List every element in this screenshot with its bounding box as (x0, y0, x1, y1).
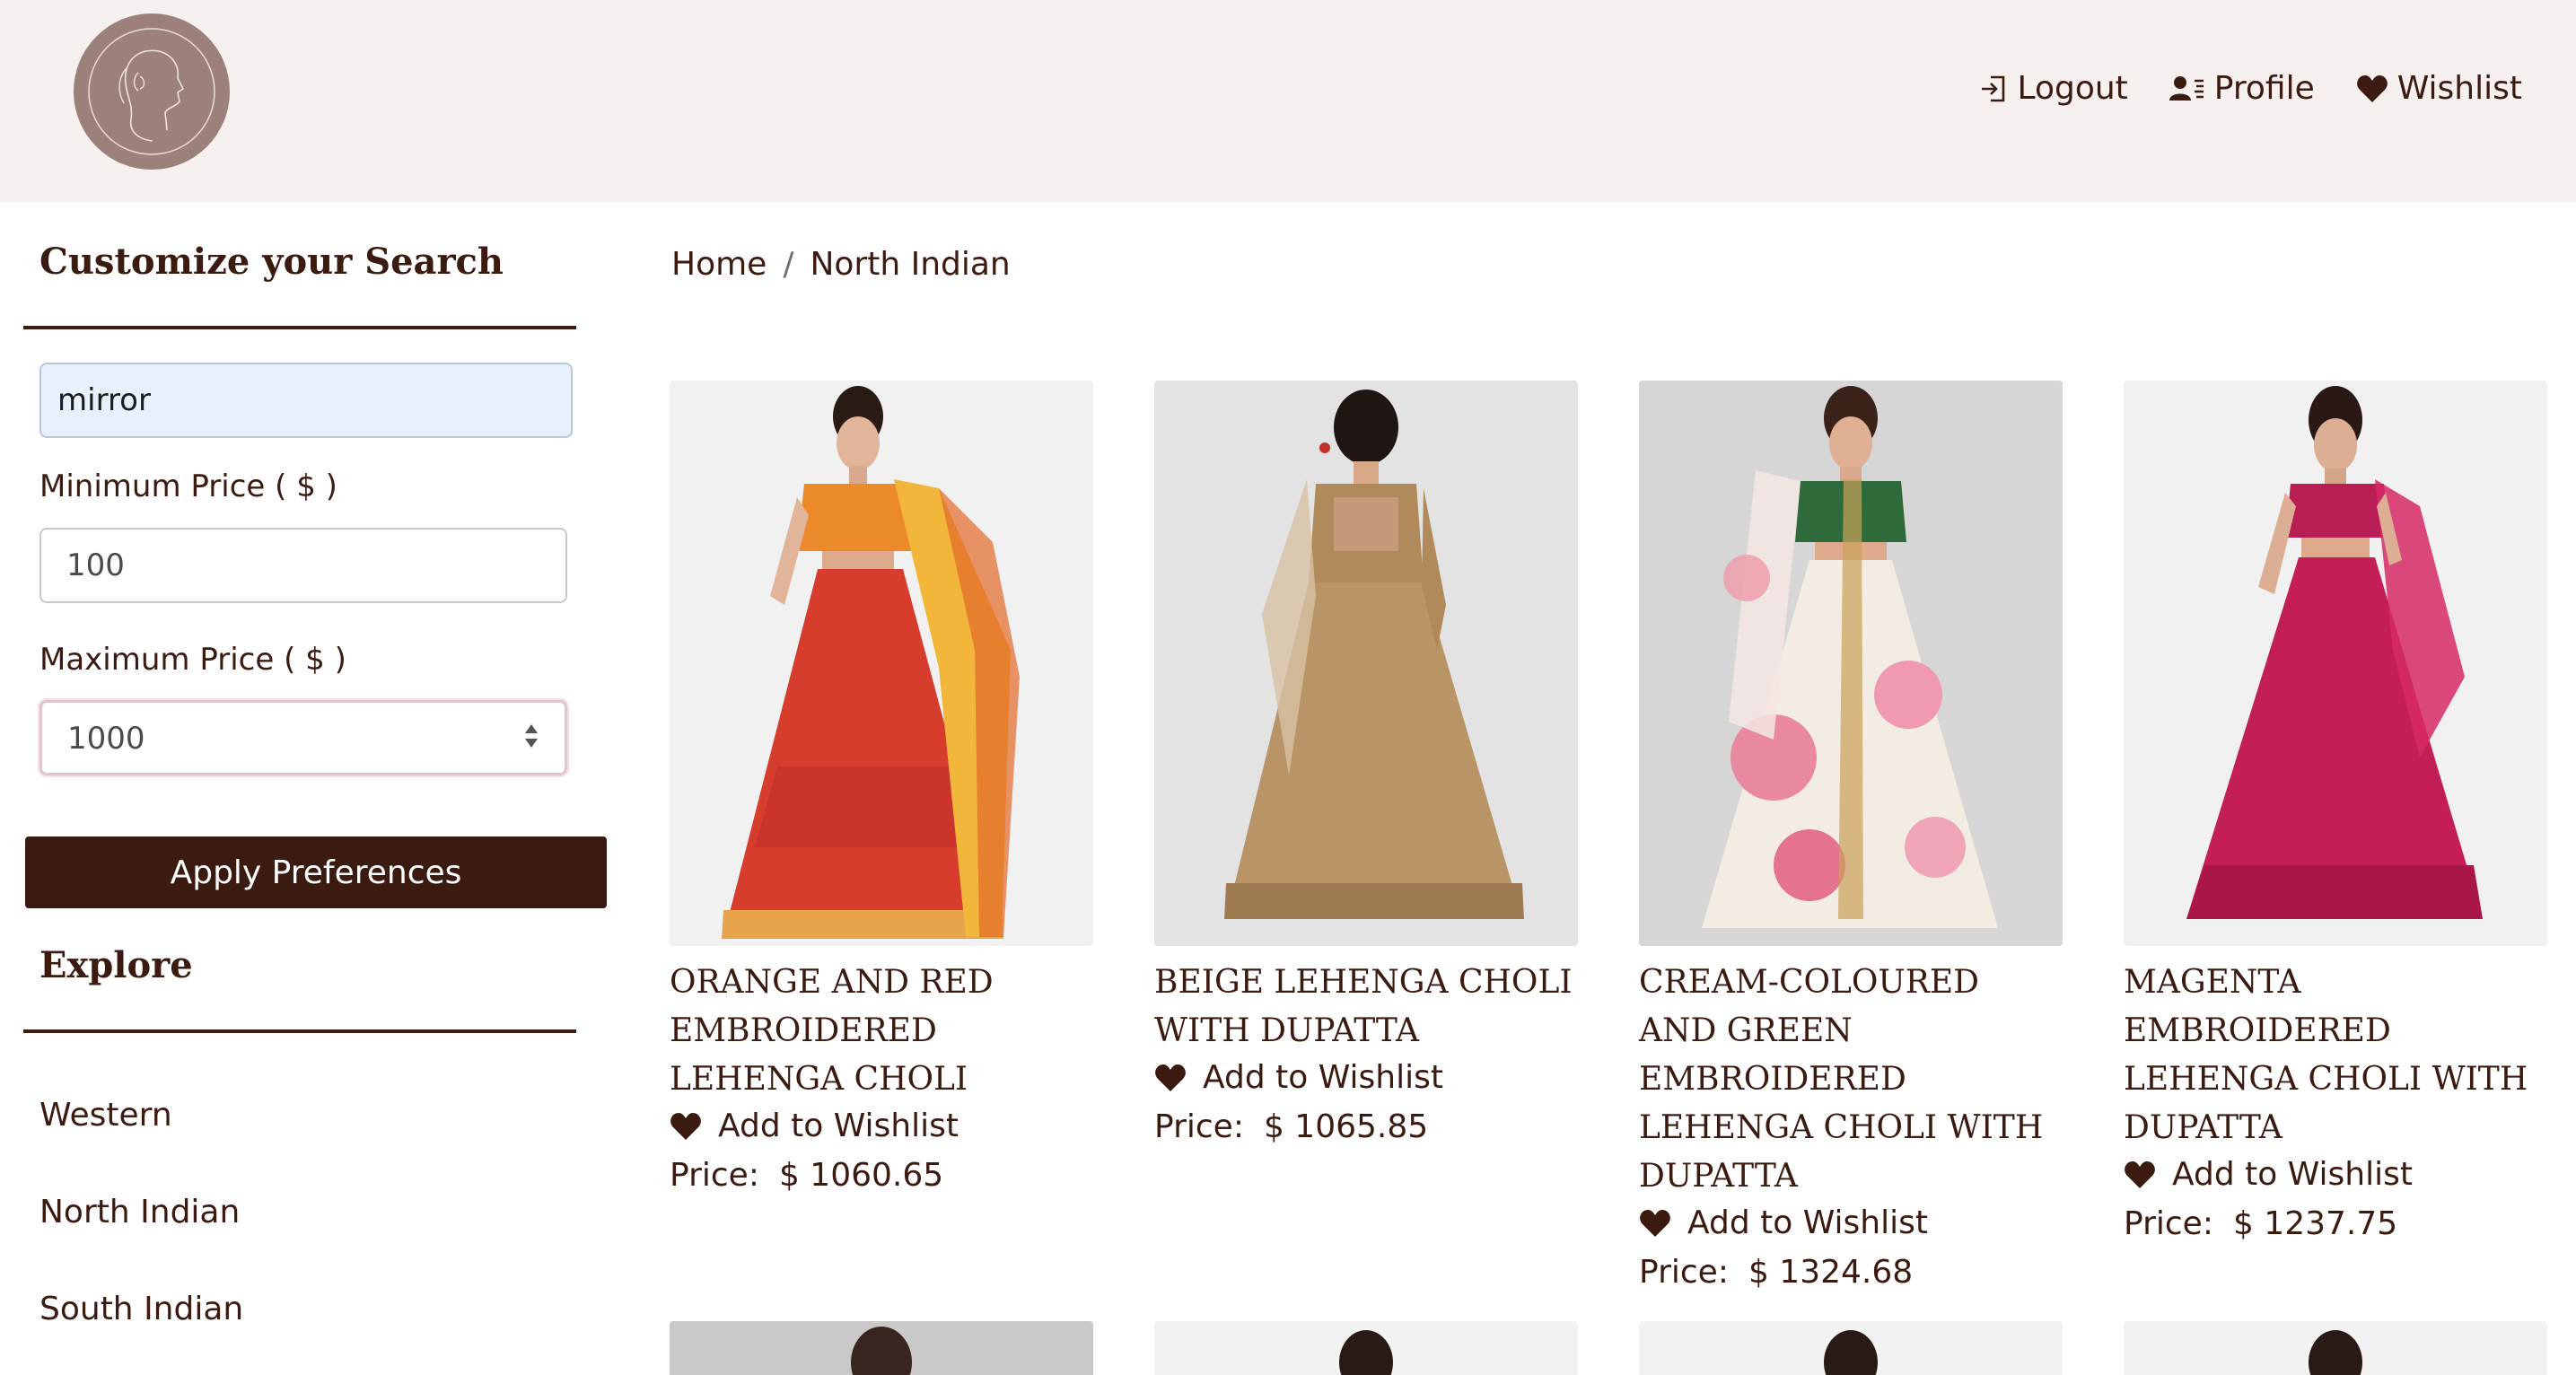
breadcrumb-home[interactable]: Home (671, 246, 767, 283)
product-card[interactable]: Beige Lehenga Choli with Dupatta Add to … (1154, 381, 1578, 1145)
heart-icon (1155, 1064, 1186, 1091)
minimum-price-value: 100 (66, 547, 125, 583)
product-image-peek[interactable] (1639, 1321, 2063, 1375)
breadcrumb-current: North Indian (810, 246, 1011, 283)
profile-icon (2169, 75, 2204, 101)
stepper-down-icon[interactable] (525, 739, 538, 748)
apply-preferences-button[interactable]: Apply Preferences (25, 836, 607, 908)
product-photo-partial (851, 1327, 912, 1375)
minimum-price-input[interactable]: 100 (39, 528, 567, 603)
add-to-wishlist-label: Add to Wishlist (2172, 1156, 2413, 1193)
price-label: Price: (2124, 1205, 2213, 1242)
explore-heading: Explore (39, 944, 193, 986)
product-card[interactable]: Magenta Embroidered Lehenga Choli with D… (2124, 381, 2547, 1242)
explore-item-south-indian[interactable]: South Indian (39, 1291, 243, 1327)
product-price: Price: $ 1060.65 (670, 1157, 1093, 1194)
beige-lehenga-image (1154, 381, 1578, 946)
explore-item-north-indian[interactable]: North Indian (39, 1194, 240, 1230)
product-photo-partial (1824, 1330, 1878, 1375)
minimum-price-label: Minimum Price ( $ ) (39, 469, 337, 504)
product-image-peek[interactable] (1154, 1321, 1578, 1375)
product-price: Price: $ 1065.85 (1154, 1108, 1578, 1145)
top-header: Logout Profile Wishlist (0, 0, 2576, 202)
price-value: $ 1065.85 (1263, 1108, 1429, 1145)
breadcrumb: Home / North Indian (671, 246, 1011, 283)
number-stepper[interactable] (525, 724, 538, 757)
product-image-peek[interactable] (670, 1321, 1093, 1375)
add-to-wishlist-button[interactable]: Add to Wishlist (2124, 1156, 2547, 1193)
brand-logo[interactable] (74, 13, 230, 170)
explore-item-western[interactable]: Western (39, 1097, 172, 1134)
heading-divider (23, 326, 576, 329)
product-title[interactable]: Magenta Embroidered Lehenga Choli with D… (2124, 959, 2547, 1152)
maximum-price-label: Maximum Price ( $ ) (39, 642, 346, 678)
logout-icon (1981, 75, 2004, 101)
wishlist-label: Wishlist (2396, 70, 2522, 107)
price-value: $ 1324.68 (1748, 1254, 1914, 1291)
price-value: $ 1060.65 (778, 1157, 944, 1194)
product-image[interactable] (1154, 381, 1578, 946)
logout-label: Logout (2017, 70, 2128, 107)
maximum-price-value: 1000 (67, 721, 145, 757)
heart-icon (2356, 74, 2388, 102)
price-label: Price: (670, 1157, 759, 1194)
product-price: Price: $ 1324.68 (1639, 1254, 2063, 1291)
product-image[interactable] (1639, 381, 2063, 946)
product-card[interactable]: Cream-Coloured and Green Embroidered Leh… (1639, 381, 2063, 1291)
maximum-price-input[interactable]: 1000 (39, 700, 567, 775)
price-value: $ 1237.75 (2232, 1205, 2398, 1242)
profile-link[interactable]: Profile (2169, 70, 2315, 107)
search-input[interactable] (39, 363, 573, 438)
price-label: Price: (1639, 1254, 1729, 1291)
product-title[interactable]: Beige Lehenga Choli with Dupatta (1154, 959, 1578, 1055)
add-to-wishlist-label: Add to Wishlist (1203, 1059, 1443, 1096)
product-title[interactable]: Orange and Red Embroidered Lehenga Choli (670, 959, 1093, 1104)
wishlist-link[interactable]: Wishlist (2356, 70, 2522, 107)
top-nav: Logout Profile Wishlist (1978, 70, 2522, 107)
heart-icon (670, 1112, 701, 1140)
heart-icon (1640, 1209, 1670, 1237)
add-to-wishlist-button[interactable]: Add to Wishlist (670, 1108, 1093, 1144)
magenta-lehenga-image (2124, 381, 2547, 946)
orange-red-lehenga-image (670, 381, 1093, 946)
price-label: Price: (1154, 1108, 1244, 1145)
add-to-wishlist-label: Add to Wishlist (718, 1108, 959, 1144)
product-card[interactable]: Orange and Red Embroidered Lehenga Choli… (670, 381, 1093, 1194)
explore-divider (23, 1029, 576, 1033)
product-title[interactable]: Cream-Coloured and Green Embroidered Leh… (1639, 959, 2063, 1201)
product-image-peek[interactable] (2124, 1321, 2547, 1375)
woman-profile-logo-icon (88, 28, 215, 155)
product-photo-partial (2309, 1330, 2362, 1375)
product-price: Price: $ 1237.75 (2124, 1205, 2547, 1242)
product-image[interactable] (2124, 381, 2547, 946)
stepper-up-icon[interactable] (525, 724, 538, 733)
add-to-wishlist-button[interactable]: Add to Wishlist (1639, 1204, 2063, 1241)
cream-green-lehenga-image (1639, 381, 2063, 946)
heart-icon (2125, 1160, 2155, 1188)
add-to-wishlist-button[interactable]: Add to Wishlist (1154, 1059, 1578, 1096)
logout-link[interactable]: Logout (1978, 70, 2128, 107)
profile-label: Profile (2213, 70, 2315, 107)
customize-search-heading: Customize your Search (39, 241, 504, 283)
product-photo-partial (1339, 1330, 1393, 1375)
add-to-wishlist-label: Add to Wishlist (1687, 1204, 1928, 1241)
breadcrumb-separator: / (783, 246, 794, 283)
product-image[interactable] (670, 381, 1093, 946)
